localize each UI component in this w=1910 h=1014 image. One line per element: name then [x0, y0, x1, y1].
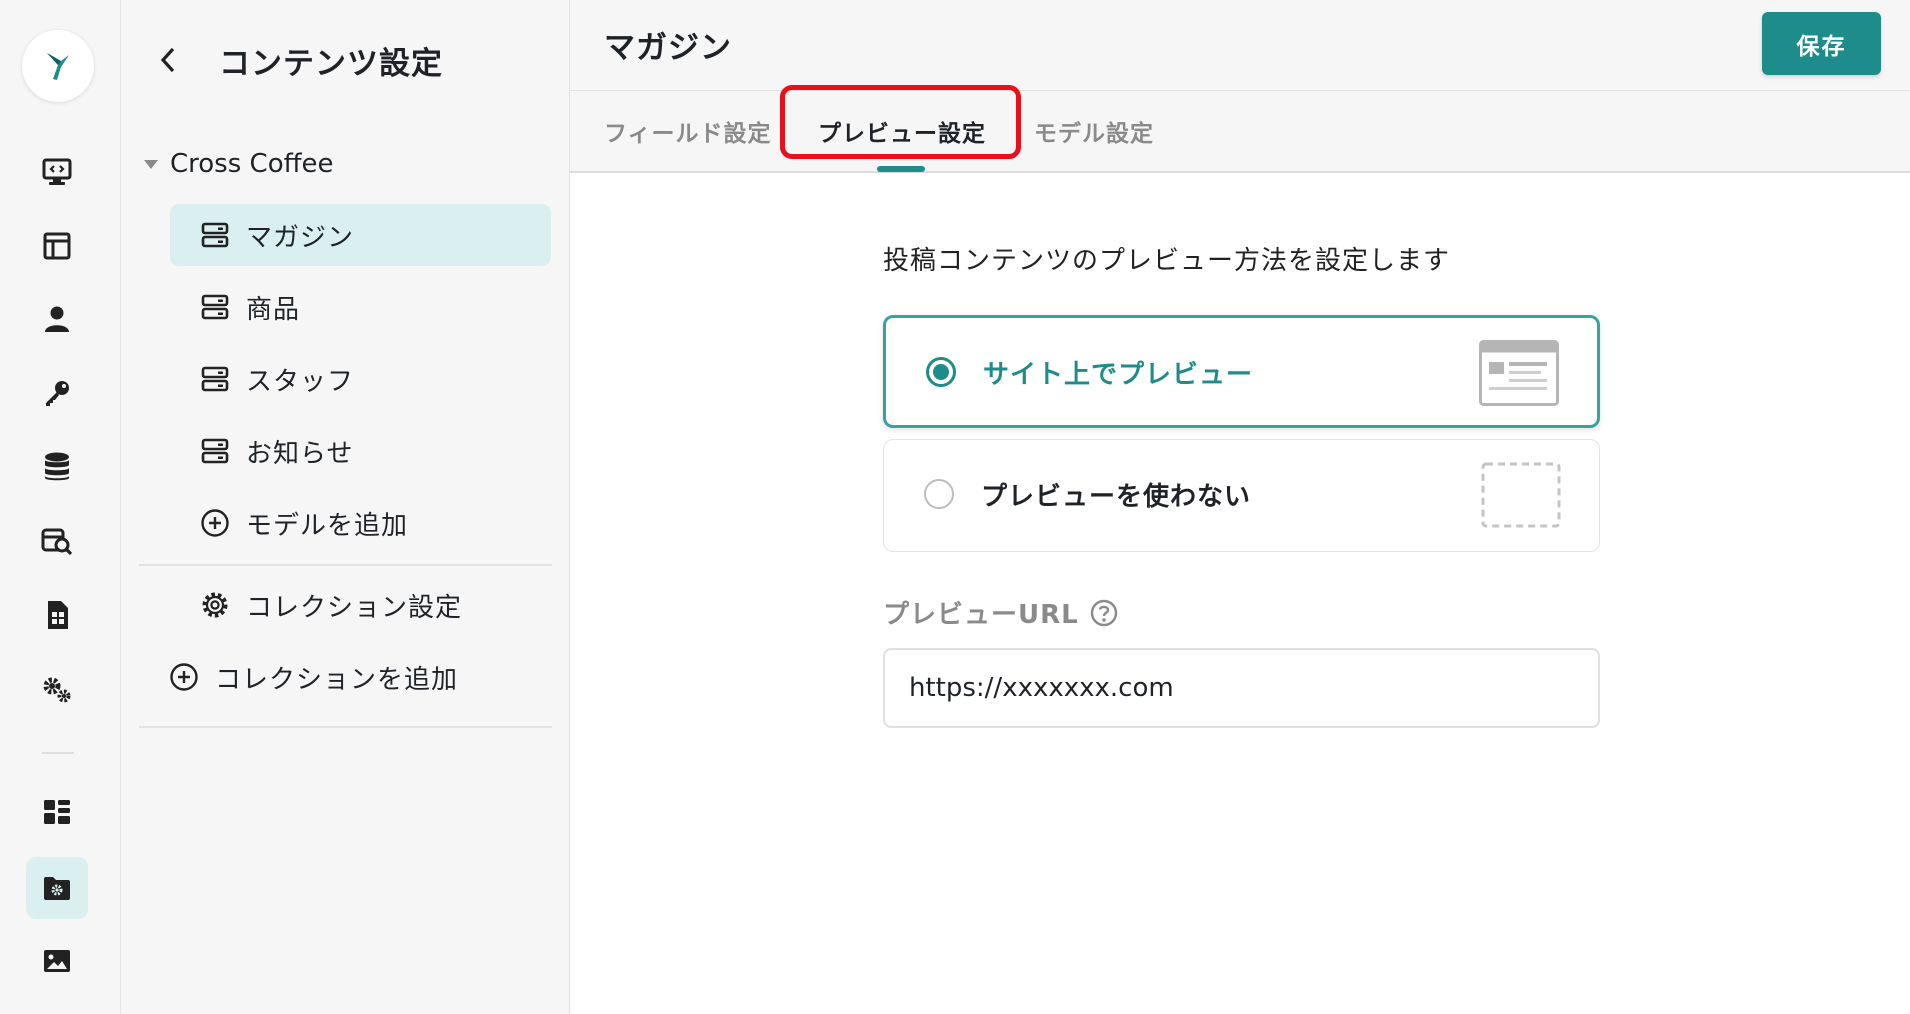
option-label: プレビューを使わない — [981, 482, 1252, 512]
user-icon[interactable] — [26, 288, 88, 350]
tab-model-settings[interactable]: モデル設定 — [1034, 91, 1154, 171]
folder-gear-icon[interactable] — [26, 857, 88, 919]
add-model-button[interactable]: モデルを追加 — [170, 492, 551, 554]
sidebar-item-magazine[interactable]: マガジン — [170, 204, 551, 266]
preview-url-label-text: プレビューURL — [883, 600, 1079, 630]
save-button[interactable]: 保存 — [1762, 12, 1881, 75]
gears-icon[interactable] — [26, 658, 88, 720]
model-icon — [200, 292, 230, 322]
tab-field-settings[interactable]: フィールド設定 — [604, 91, 772, 171]
help-icon[interactable] — [1089, 598, 1119, 628]
collection-settings-button[interactable]: コレクション設定 — [170, 574, 551, 636]
database-icon[interactable] — [26, 436, 88, 498]
sidebar-divider — [139, 564, 552, 566]
sidebar-item-label: マガジン — [246, 222, 355, 253]
option-label: サイト上でプレビュー — [983, 360, 1254, 390]
content-settings-sidebar: コンテンツ設定 Cross Coffee マガジン 商品 スタッフ お知らせ モ… — [121, 0, 570, 1014]
tab-bar: フィールド設定 プレビュー設定 モデル設定 — [570, 91, 1910, 173]
collection-settings-label: コレクション設定 — [246, 592, 463, 623]
dashboard-icon[interactable] — [26, 781, 88, 843]
collection-toggle[interactable]: Cross Coffee — [139, 144, 334, 184]
search-db-icon[interactable] — [26, 510, 88, 572]
sidebar-header: コンテンツ設定 — [121, 28, 569, 90]
sidebar-item-staff[interactable]: スタッフ — [170, 348, 551, 410]
tab-preview-settings[interactable]: プレビュー設定 — [818, 91, 986, 171]
radio-no-preview[interactable] — [924, 479, 954, 509]
rail-divider — [42, 752, 74, 754]
sidebar-title: コンテンツ設定 — [219, 46, 443, 82]
monitor-code-icon[interactable] — [26, 141, 88, 203]
sidebar-item-label: スタッフ — [246, 366, 355, 397]
sidebar-item-news[interactable]: お知らせ — [170, 420, 551, 482]
option-no-preview[interactable]: プレビューを使わない — [883, 439, 1600, 552]
key-icon[interactable] — [26, 362, 88, 424]
add-model-label: モデルを追加 — [246, 510, 409, 541]
radio-site-preview[interactable] — [926, 357, 956, 387]
active-tab-indicator — [877, 166, 925, 172]
icon-rail — [0, 0, 121, 1014]
model-icon — [200, 436, 230, 466]
add-collection-label: コレクションを追加 — [215, 664, 459, 695]
preview-description: 投稿コンテンツのプレビュー方法を設定します — [883, 246, 1451, 276]
sidebar-divider — [139, 726, 552, 728]
no-preview-thumbnail-icon — [1481, 462, 1561, 528]
preview-url-input[interactable] — [883, 648, 1600, 728]
model-icon — [200, 220, 230, 250]
sidebar-item-label: お知らせ — [246, 438, 354, 469]
plus-circle-icon — [169, 662, 199, 692]
page-title: マガジン — [604, 30, 732, 66]
option-site-preview[interactable]: サイト上でプレビュー — [883, 315, 1600, 428]
document-icon[interactable] — [26, 584, 88, 646]
plus-circle-icon — [200, 508, 230, 538]
logo-icon[interactable] — [22, 30, 94, 102]
sidebar-item-label: 商品 — [246, 294, 301, 325]
caret-down-icon — [144, 159, 158, 169]
gear-icon — [200, 590, 230, 620]
collection-name: Cross Coffee — [170, 149, 334, 179]
chevron-left-icon — [160, 47, 175, 73]
model-icon — [200, 364, 230, 394]
image-icon[interactable] — [26, 930, 88, 992]
site-preview-thumbnail-icon — [1479, 340, 1559, 406]
main-panel: マガジン 保存 フィールド設定 プレビュー設定 モデル設定 投稿コンテンツのプレ… — [570, 0, 1910, 1014]
header-bar: マガジン 保存 — [570, 0, 1910, 91]
layout-icon[interactable] — [26, 215, 88, 277]
sidebar-item-products[interactable]: 商品 — [170, 276, 551, 338]
add-collection-button[interactable]: コレクションを追加 — [139, 646, 520, 708]
back-button[interactable] — [151, 43, 185, 77]
preview-url-label: プレビューURL — [883, 594, 1119, 631]
